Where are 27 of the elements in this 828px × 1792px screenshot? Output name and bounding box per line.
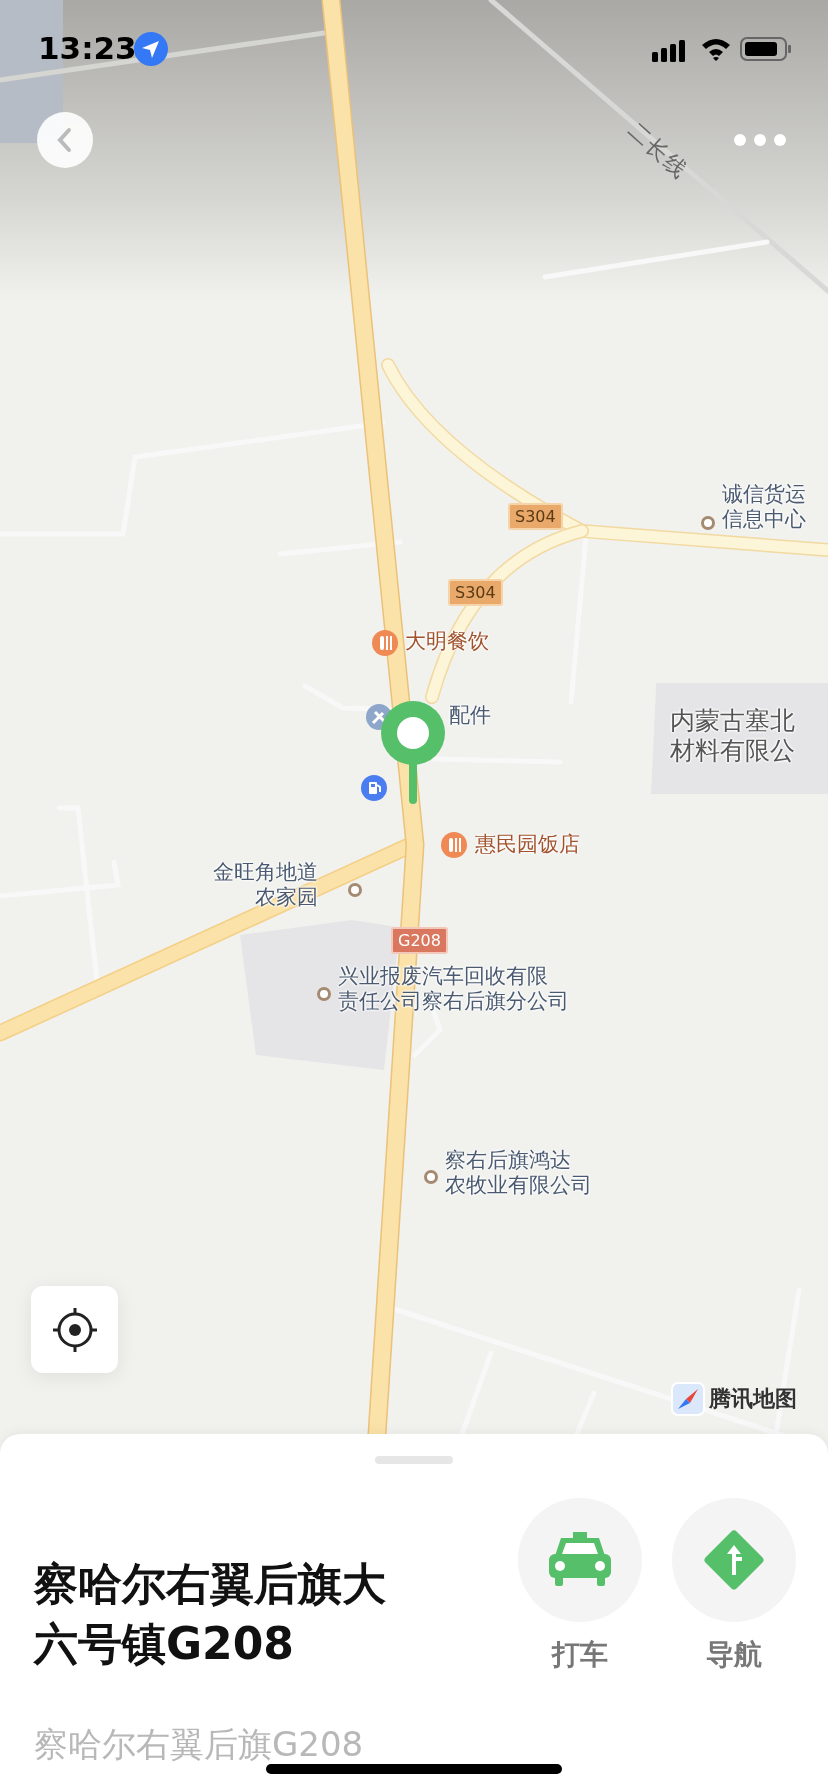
battery-icon	[740, 36, 792, 62]
location-pin-icon	[380, 700, 446, 806]
status-time: 13:23	[38, 30, 137, 66]
map-attribution: 腾讯地图	[709, 1385, 797, 1413]
place-label[interactable]: 金旺角地道 农家园	[213, 860, 318, 910]
place-dot	[701, 516, 715, 530]
wifi-icon	[700, 36, 732, 62]
route-shield: S304	[448, 579, 503, 606]
place-title: 察哈尔右翼后旗大六号镇G208	[34, 1557, 387, 1671]
drag-handle[interactable]	[375, 1456, 453, 1464]
place-address: 察哈尔右翼后旗G208	[34, 1723, 365, 1766]
route-shield: G208	[391, 927, 448, 954]
back-button[interactable]	[37, 112, 93, 168]
place-label[interactable]: 大明餐饮	[405, 629, 489, 654]
place-label[interactable]: 配件	[449, 703, 491, 728]
road-label: 二长线	[622, 116, 695, 186]
place-label[interactable]: 惠民园饭店	[475, 832, 580, 857]
place-dot	[424, 1170, 438, 1184]
place-label[interactable]: 内蒙古塞北 材料有限公	[670, 706, 795, 766]
place-label[interactable]: 察右后旗鸿达 农牧业有限公司	[445, 1148, 592, 1198]
route-shield: S304	[508, 503, 563, 530]
fuel-pump-icon	[361, 775, 387, 801]
signal-icon	[652, 38, 686, 62]
place-label[interactable]: 诚信货运 信息中心	[722, 482, 806, 532]
place-dot	[348, 883, 362, 897]
compass-logo-icon	[671, 1382, 705, 1416]
locate-button[interactable]	[31, 1286, 118, 1373]
